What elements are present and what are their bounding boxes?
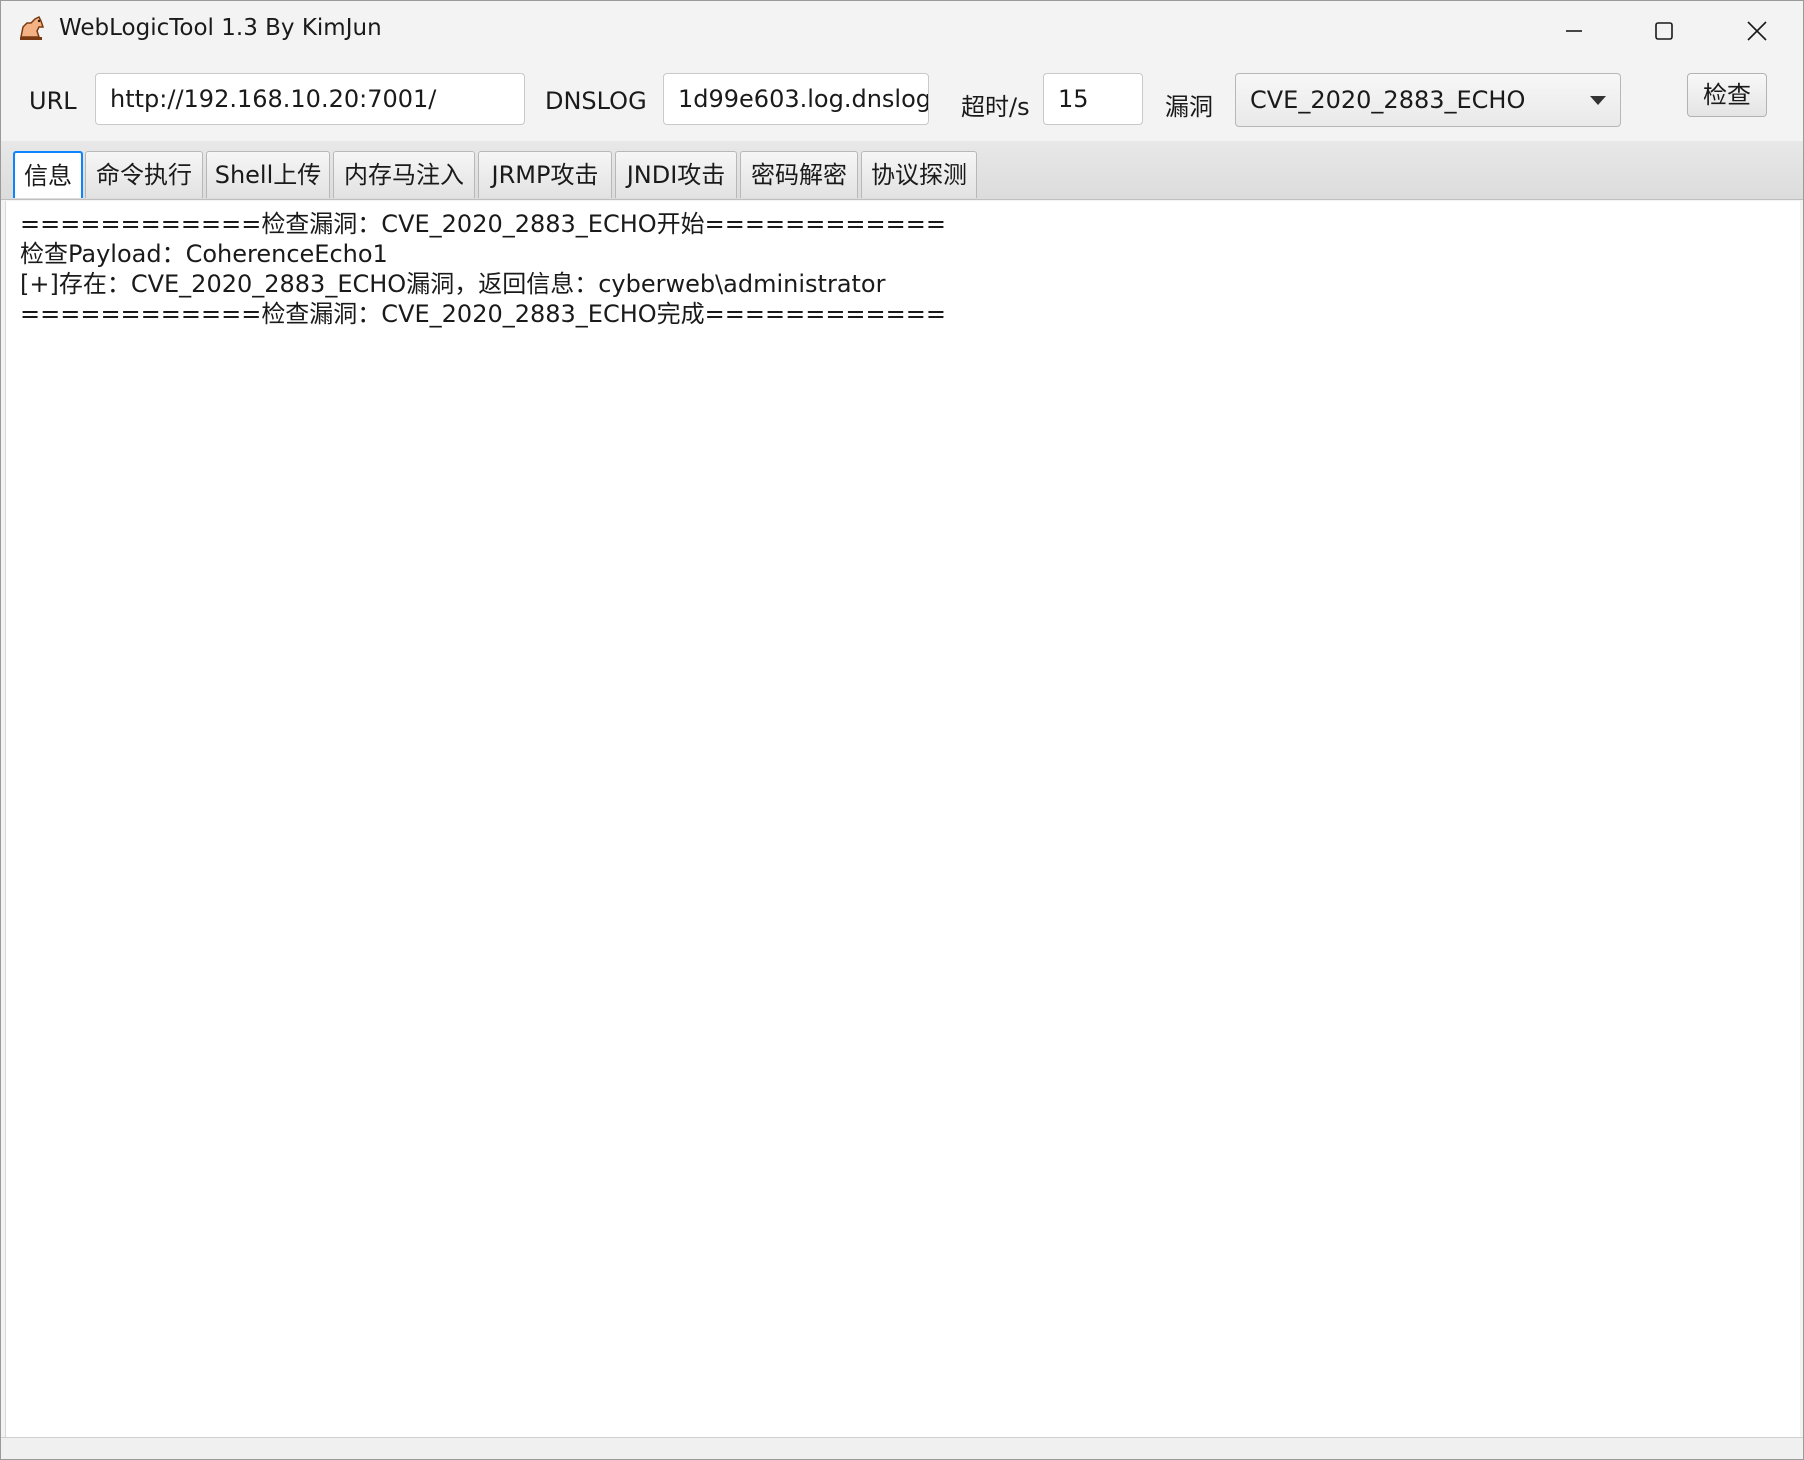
vuln-selected-value: CVE_2020_2883_ECHO bbox=[1250, 86, 1526, 114]
minimize-button[interactable] bbox=[1528, 1, 1620, 61]
check-button[interactable]: 检查 bbox=[1687, 73, 1767, 117]
tab-jndi-attack[interactable]: JNDI攻击 bbox=[615, 151, 737, 198]
close-icon bbox=[1747, 21, 1767, 41]
log-output-area[interactable]: ============检查漏洞：CVE_2020_2883_ECHO开始===… bbox=[5, 201, 1800, 1437]
url-label: URL bbox=[29, 87, 77, 115]
log-line: 检查Payload：CoherenceEcho1 bbox=[20, 240, 388, 268]
app-window: WebLogicTool 1.3 By KimJun URL http://19… bbox=[0, 0, 1804, 1460]
tab-bar: 信息 命令执行 Shell上传 内存马注入 JRMP攻击 JNDI攻击 密码解密… bbox=[1, 141, 1803, 200]
close-button[interactable] bbox=[1711, 1, 1803, 61]
dropdown-arrow-icon bbox=[1590, 96, 1606, 105]
log-line: ============检查漏洞：CVE_2020_2883_ECHO开始===… bbox=[20, 210, 946, 238]
toolbar: URL http://192.168.10.20:7001/ DNSLOG 1d… bbox=[1, 61, 1803, 141]
tab-protocol-probe[interactable]: 协议探测 bbox=[861, 151, 977, 198]
horizontal-scrollbar[interactable] bbox=[1, 1437, 1803, 1459]
log-line: [+]存在：CVE_2020_2883_ECHO漏洞，返回信息：cyberweb… bbox=[20, 270, 886, 298]
vuln-select[interactable]: CVE_2020_2883_ECHO bbox=[1235, 73, 1621, 127]
url-input[interactable]: http://192.168.10.20:7001/ bbox=[95, 73, 525, 125]
log-line: ============检查漏洞：CVE_2020_2883_ECHO完成===… bbox=[20, 300, 946, 328]
title-bar[interactable]: WebLogicTool 1.3 By KimJun bbox=[1, 1, 1803, 61]
maximize-icon bbox=[1655, 22, 1673, 40]
minimize-icon bbox=[1566, 30, 1582, 32]
tab-password-decrypt[interactable]: 密码解密 bbox=[740, 151, 858, 198]
tab-info[interactable]: 信息 bbox=[13, 151, 83, 198]
dnslog-label: DNSLOG bbox=[545, 87, 647, 115]
tab-memshell-inject[interactable]: 内存马注入 bbox=[333, 151, 475, 198]
tab-shell-upload[interactable]: Shell上传 bbox=[206, 151, 330, 198]
window-title: WebLogicTool 1.3 By KimJun bbox=[59, 15, 382, 41]
timeout-label: 超时/s bbox=[961, 93, 1030, 121]
tab-command-exec[interactable]: 命令执行 bbox=[85, 151, 203, 198]
dnslog-input[interactable]: 1d99e603.log.dnslog bbox=[663, 73, 929, 125]
maximize-button[interactable] bbox=[1618, 1, 1710, 61]
timeout-input[interactable]: 15 bbox=[1043, 73, 1143, 125]
log-text: ============检查漏洞：CVE_2020_2883_ECHO开始===… bbox=[20, 209, 946, 329]
horse-app-icon bbox=[17, 13, 47, 43]
tab-jrmp-attack[interactable]: JRMP攻击 bbox=[478, 151, 612, 198]
vuln-label: 漏洞 bbox=[1165, 93, 1213, 121]
